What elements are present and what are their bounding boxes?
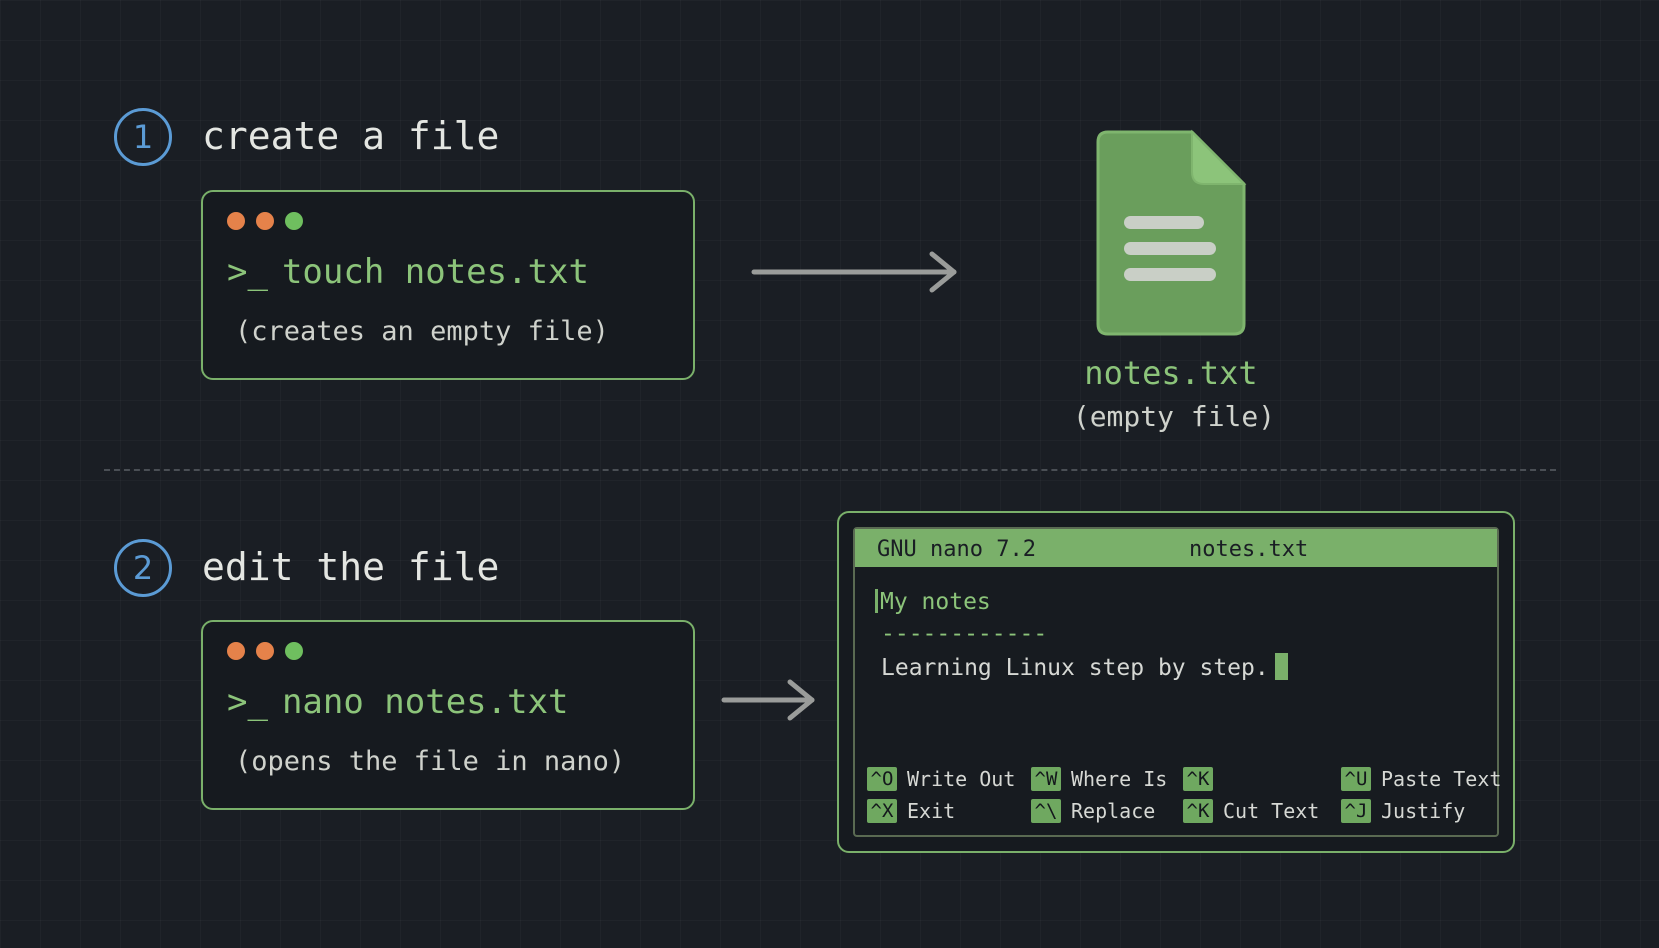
window-dots [227, 642, 303, 660]
command-note: (opens the file in nano) [235, 746, 626, 777]
window-dots [227, 212, 303, 230]
file-caption: (empty file) [1072, 400, 1276, 433]
shortcut-write-out[interactable]: ^O Write Out [867, 767, 1015, 791]
shortcut-where-is[interactable]: ^W Where Is [1031, 767, 1167, 791]
shortcut-paste-text[interactable]: ^U Paste Text [1341, 767, 1501, 791]
command-note: (creates an empty file) [235, 316, 609, 347]
nano-filename: notes.txt [1189, 537, 1309, 562]
arrow-right-icon [721, 679, 815, 721]
shortcut-replace[interactable]: ^\ Replace [1031, 799, 1155, 823]
dot-icon [285, 212, 303, 230]
command-text: touch notes.txt [281, 252, 589, 292]
shortcut-cut-text[interactable]: ^K Cut Text [1183, 799, 1319, 823]
arrow-right-icon [751, 251, 957, 293]
nano-version: GNU nano 7.2 [877, 537, 1036, 562]
shortcut-k[interactable]: ^K [1183, 767, 1223, 791]
terminal-step-1: >_ touch notes.txt (creates an empty fil… [201, 190, 695, 380]
section-divider [104, 469, 1556, 471]
file-name: notes.txt [1084, 354, 1258, 392]
dot-icon [256, 212, 274, 230]
nano-title-bar: GNU nano 7.2 notes.txt [855, 529, 1497, 567]
file-icon [1096, 129, 1247, 336]
step-2-title: edit the file [202, 545, 500, 589]
nano-editor-window: GNU nano 7.2 notes.txt My notes --------… [837, 511, 1515, 853]
nano-editor: GNU nano 7.2 notes.txt My notes --------… [853, 527, 1501, 837]
command-text: nano notes.txt [281, 682, 569, 722]
step-1-title: create a file [202, 114, 500, 158]
shortcut-exit[interactable]: ^X Exit [867, 799, 955, 823]
dot-icon [227, 212, 245, 230]
prompt-icon: >_ [227, 252, 268, 292]
cursor-icon [875, 589, 878, 613]
dot-icon [285, 642, 303, 660]
cursor-icon [1274, 653, 1288, 680]
nano-line-2[interactable]: ------------ [881, 621, 1047, 647]
nano-line-3[interactable]: Learning Linux step by step. [881, 653, 1288, 681]
command-line: >_ touch notes.txt [227, 252, 589, 292]
nano-line-1[interactable]: My notes [875, 589, 991, 615]
shortcut-justify[interactable]: ^J Justify [1341, 799, 1465, 823]
prompt-icon: >_ [227, 682, 268, 722]
terminal-step-2: >_ nano notes.txt (opens the file in nan… [201, 620, 695, 810]
command-line: >_ nano notes.txt [227, 682, 569, 722]
dot-icon [227, 642, 245, 660]
step-number-1: 1 [114, 108, 172, 166]
step-number-2: 2 [114, 539, 172, 597]
dot-icon [256, 642, 274, 660]
